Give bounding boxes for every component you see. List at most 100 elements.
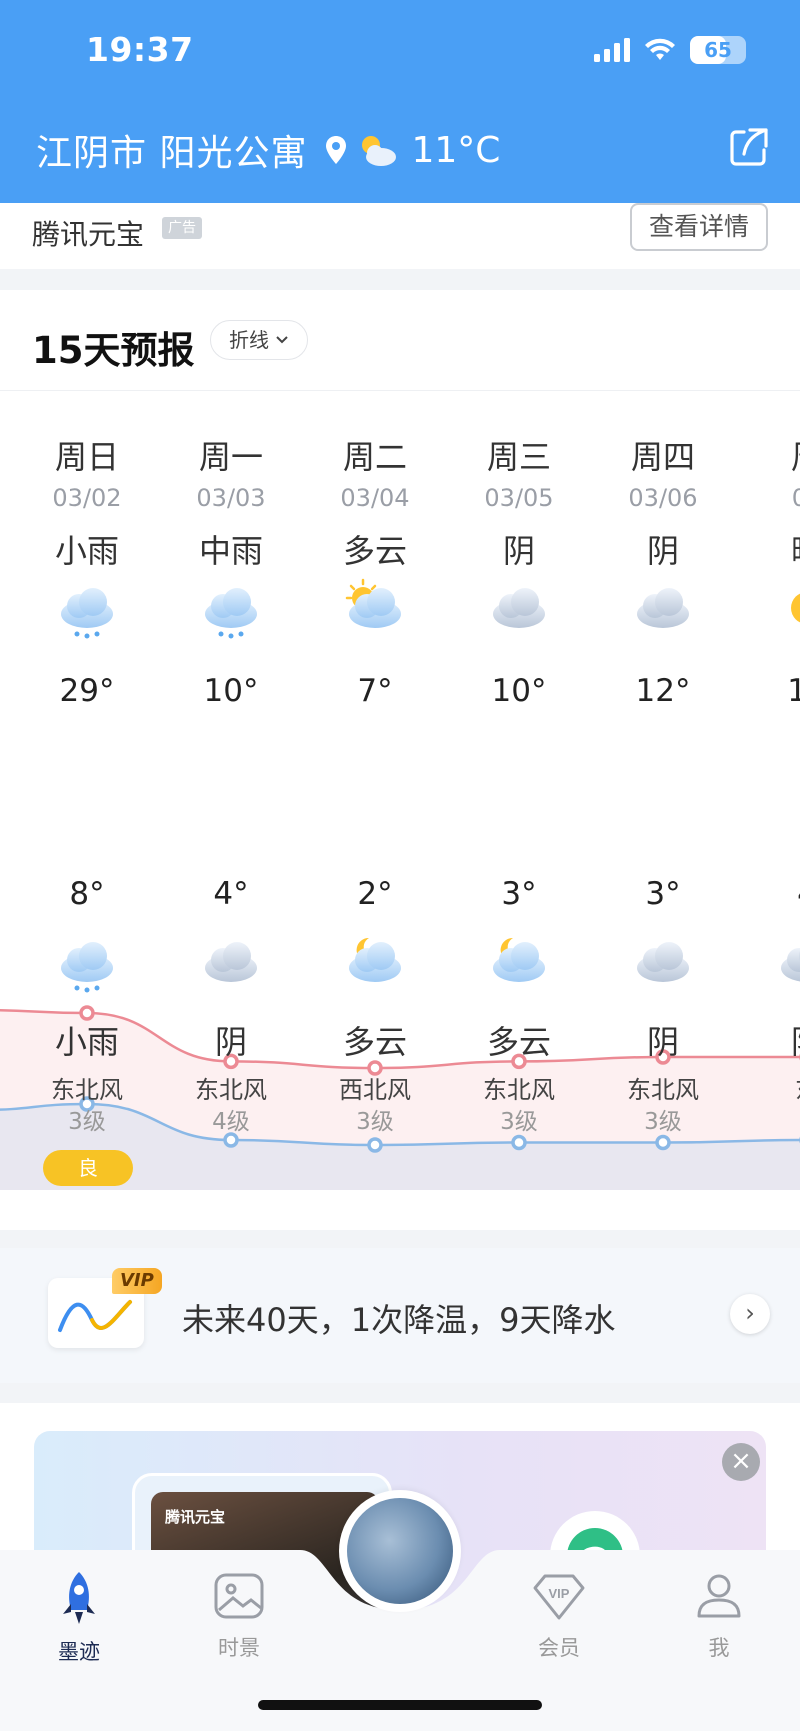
- day-weather-icon: [15, 576, 159, 640]
- night-weather-icon: [735, 930, 800, 994]
- share-icon[interactable]: [728, 126, 770, 168]
- ad-detail-button[interactable]: 查看详情: [630, 203, 768, 251]
- app-header: 19:37 65 江阴市 阳光公寓 11°C: [0, 0, 800, 203]
- day-date: 03/06: [628, 484, 698, 512]
- cloud-icon: [637, 588, 689, 628]
- wind-direction: 东: [735, 1070, 800, 1105]
- rain-icon: [61, 942, 113, 993]
- ad-strip[interactable]: 腾讯元宝 广告 查看详情: [0, 203, 800, 269]
- wind-level: 3级: [644, 1109, 682, 1135]
- tab-label: 我: [708, 1636, 730, 1660]
- home-indicator: [258, 1700, 542, 1710]
- night-weather-icon: [447, 930, 591, 994]
- wind-direction: 东北风: [483, 1076, 555, 1104]
- user-icon: [697, 1574, 741, 1618]
- rain-icon: [61, 588, 113, 639]
- day-of-week: 周日: [54, 438, 119, 476]
- wind-direction: 东北风: [51, 1076, 123, 1104]
- rocket-icon: [63, 1572, 95, 1624]
- day-of-week: 周四: [630, 438, 695, 476]
- location-pin-icon: [326, 136, 347, 164]
- day-of-week: 周: [735, 432, 800, 478]
- tab-me[interactable]: 我: [664, 1570, 774, 1662]
- battery-icon: 65: [690, 36, 746, 64]
- night-weather: 阴: [735, 1017, 800, 1063]
- night-weather-icon: [15, 930, 159, 994]
- partly-sunny-icon: [362, 136, 397, 166]
- day-weather-icon: [159, 576, 303, 640]
- globe-icon: [347, 1498, 453, 1604]
- day-date: 03: [791, 484, 800, 512]
- close-icon[interactable]: ×: [722, 1443, 760, 1481]
- vip-banner-text: 未来40天，1次降温，9天降水: [182, 1301, 616, 1339]
- promo-label: 腾讯元宝: [165, 1508, 226, 1526]
- low-temp: 2°: [357, 876, 393, 912]
- cloud-icon: [637, 942, 689, 982]
- location-name[interactable]: 江阴市 阳光公寓: [36, 124, 307, 176]
- chart-mode-label: 折线: [229, 327, 269, 352]
- high-temp: 12: [787, 673, 800, 709]
- tab-label: 墨迹: [58, 1640, 100, 1664]
- day-weather: 中雨: [198, 532, 263, 570]
- night-weather-icon: [303, 930, 447, 994]
- tab-label: 时景: [218, 1636, 260, 1660]
- wind-direction: 东北风: [627, 1076, 699, 1104]
- night-weather-icon: [159, 930, 303, 994]
- day-weather-icon: [303, 576, 447, 640]
- high-temp: 10°: [203, 673, 259, 709]
- wind-level: 3级: [356, 1109, 394, 1135]
- tab-shijing[interactable]: 时景: [184, 1570, 294, 1662]
- night-weather: 小雨: [54, 1023, 119, 1061]
- low-temp-point: [511, 1134, 527, 1151]
- chevron-right-icon[interactable]: ›: [730, 1294, 770, 1334]
- wind-level: 3: [735, 1102, 800, 1128]
- forecast-title: 15天预报: [32, 329, 195, 372]
- low-temp: 4: [735, 876, 800, 912]
- low-temp-point: [367, 1137, 383, 1153]
- day-weather-icon: [735, 576, 800, 640]
- wind-level: 3级: [500, 1109, 538, 1135]
- image-icon: [214, 1573, 264, 1619]
- day-weather-icon: [447, 576, 591, 640]
- wind-direction: 西北风: [339, 1076, 411, 1104]
- high-temp: 12°: [635, 673, 691, 709]
- vip-badge: VIP: [112, 1268, 162, 1294]
- wind-level: 4级: [212, 1109, 250, 1135]
- low-temp: 3°: [501, 876, 537, 912]
- center-globe-button[interactable]: [339, 1490, 461, 1612]
- night-weather: 多云: [486, 1023, 551, 1061]
- battery-percent: 65: [704, 38, 732, 62]
- wind-direction: 东北风: [195, 1076, 267, 1104]
- day-date: 03/03: [196, 484, 266, 512]
- cloud-icon: [493, 588, 545, 628]
- tab-moji[interactable]: 墨迹: [24, 1570, 134, 1666]
- cloud-icon: [205, 942, 257, 982]
- ad-tag: 广告: [162, 217, 202, 239]
- day-date: 03/02: [52, 484, 122, 512]
- vip-icon: VIP: [533, 1574, 585, 1620]
- partly-cloudy-night-icon: [349, 937, 401, 982]
- day-weather: 小雨: [54, 532, 119, 570]
- partly-cloudy-night-icon: [493, 937, 545, 982]
- aqi-badge[interactable]: 良: [43, 1150, 133, 1186]
- wind-level: 3级: [68, 1109, 106, 1135]
- high-temp: 7°: [357, 673, 393, 709]
- status-icons: 65: [594, 36, 746, 64]
- low-temp: 4°: [213, 876, 249, 912]
- rain-icon: [205, 588, 257, 639]
- high-temp: 29°: [59, 673, 115, 709]
- tab-member[interactable]: VIP 会员: [504, 1570, 614, 1662]
- location-bar[interactable]: 江阴市 阳光公寓 11°C: [36, 124, 500, 176]
- day-weather: 多云: [342, 532, 407, 570]
- night-weather: 阴: [214, 1023, 247, 1061]
- day-weather-icon: [591, 576, 735, 640]
- vip-banner[interactable]: VIP 未来40天，1次降温，9天降水 ›: [0, 1248, 800, 1383]
- day-of-week: 周一: [198, 438, 263, 476]
- wifi-icon: [645, 38, 675, 60]
- cloud-icon: [781, 948, 800, 982]
- chevron-down-icon: [276, 336, 288, 344]
- day-date: 03/04: [340, 484, 410, 512]
- day-weather: 晴: [735, 526, 800, 572]
- chart-mode-dropdown[interactable]: 折线: [210, 320, 308, 360]
- day-of-week: 周二: [342, 438, 407, 476]
